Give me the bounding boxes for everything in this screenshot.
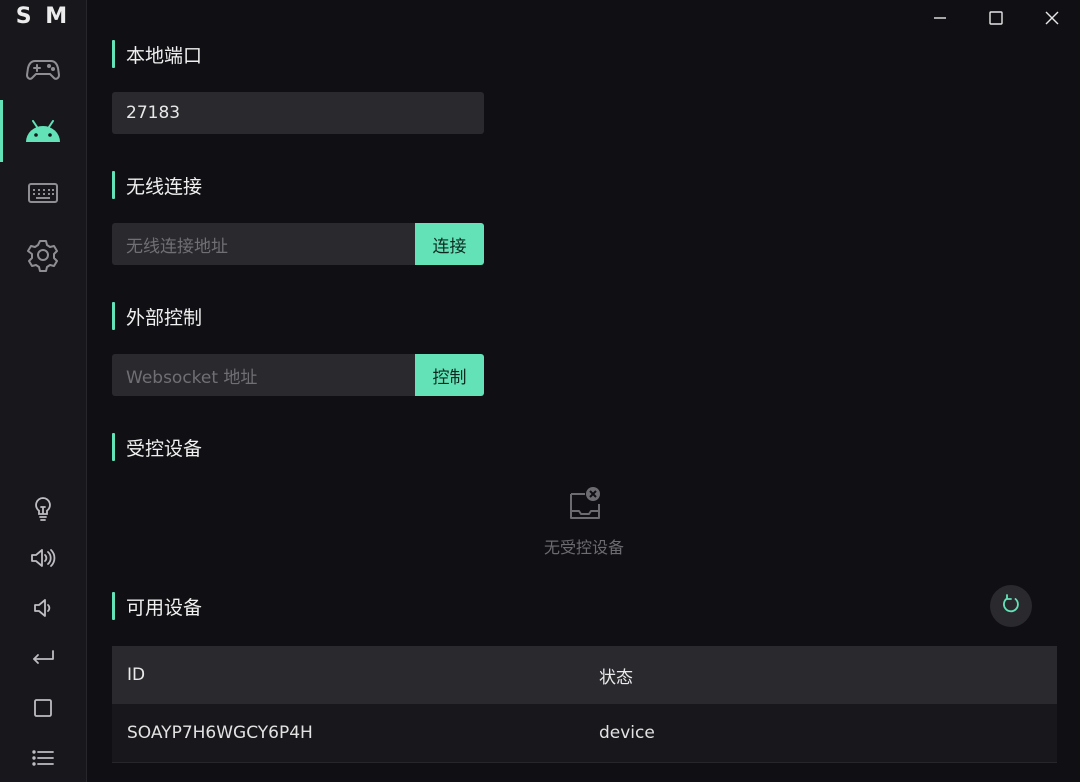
section-available-devices: 可用设备 xyxy=(112,591,202,621)
tool-volume-down[interactable] xyxy=(0,590,86,630)
column-header-status: 状态 xyxy=(599,667,633,688)
section-accent-bar xyxy=(112,433,115,461)
app-logo: S M xyxy=(15,4,71,29)
no-device-icon xyxy=(564,487,604,528)
section-accent-bar xyxy=(112,171,115,199)
websocket-address-input[interactable]: Websocket 地址 xyxy=(112,354,416,396)
section-title: 受控设备 xyxy=(126,437,203,460)
maximize-icon xyxy=(989,10,1003,29)
local-port-input[interactable]: 27183 xyxy=(112,92,484,134)
section-accent-bar xyxy=(112,302,115,330)
app-window: S M 本地端口 27183 无线连接 无线连接地址 连接 外部控制 Webso… xyxy=(0,0,1080,782)
nav-item-settings[interactable] xyxy=(0,224,86,286)
nav-item-game[interactable] xyxy=(0,39,86,101)
tool-back[interactable] xyxy=(0,640,86,680)
table-header: ID 状态 xyxy=(112,646,1057,704)
maximize-button[interactable] xyxy=(968,0,1024,38)
column-header-id: ID xyxy=(127,665,146,685)
nav-item-android[interactable] xyxy=(0,100,86,162)
device-id-cell: SOAYP7H6WGCY6P4H xyxy=(127,723,313,743)
section-wireless: 无线连接 xyxy=(112,170,202,200)
keyboard-icon xyxy=(27,181,59,205)
tool-home[interactable] xyxy=(0,690,86,730)
section-title: 外部控制 xyxy=(126,306,203,329)
sidebar: S M xyxy=(0,0,87,782)
wireless-address-input[interactable]: 无线连接地址 xyxy=(112,223,416,265)
menu-list-icon xyxy=(31,748,55,772)
section-title: 本地端口 xyxy=(126,44,203,67)
devices-table: ID 状态 SOAYP7H6WGCY6P4H device xyxy=(112,646,1057,763)
section-accent-bar xyxy=(112,40,115,68)
control-button[interactable]: 控制 xyxy=(415,354,484,396)
close-icon xyxy=(1045,10,1059,29)
lightbulb-icon xyxy=(33,496,53,526)
home-square-icon xyxy=(33,698,53,722)
empty-state-text: 无受控设备 xyxy=(543,538,624,557)
section-title: 可用设备 xyxy=(126,596,203,619)
websocket-address-placeholder: Websocket 地址 xyxy=(126,367,258,388)
close-button[interactable] xyxy=(1024,0,1080,38)
tool-menu[interactable] xyxy=(0,740,86,780)
minimize-button[interactable] xyxy=(912,0,968,38)
volume-down-icon xyxy=(32,597,54,623)
refresh-button[interactable] xyxy=(990,585,1032,627)
section-controlled-devices: 受控设备 xyxy=(112,432,202,462)
nav-item-keyboard[interactable] xyxy=(0,162,86,224)
tool-volume-up[interactable] xyxy=(0,540,86,580)
section-external-control: 外部控制 xyxy=(112,301,202,331)
tool-hint[interactable] xyxy=(0,491,86,531)
connect-button[interactable]: 连接 xyxy=(415,223,484,265)
empty-state: 无受控设备 xyxy=(460,484,708,558)
back-icon xyxy=(30,648,56,672)
section-title: 无线连接 xyxy=(126,175,203,198)
gear-icon xyxy=(26,238,60,272)
section-local-port: 本地端口 xyxy=(112,39,202,69)
wireless-address-placeholder: 无线连接地址 xyxy=(126,236,228,257)
gamepad-icon xyxy=(26,57,60,83)
section-accent-bar xyxy=(112,592,115,620)
table-row[interactable]: SOAYP7H6WGCY6P4H device xyxy=(112,704,1057,763)
device-status-cell: device xyxy=(599,723,655,743)
android-icon xyxy=(24,118,62,144)
local-port-value: 27183 xyxy=(126,103,181,123)
minimize-icon xyxy=(933,10,947,29)
refresh-icon xyxy=(1001,594,1021,618)
volume-up-icon xyxy=(30,547,56,573)
